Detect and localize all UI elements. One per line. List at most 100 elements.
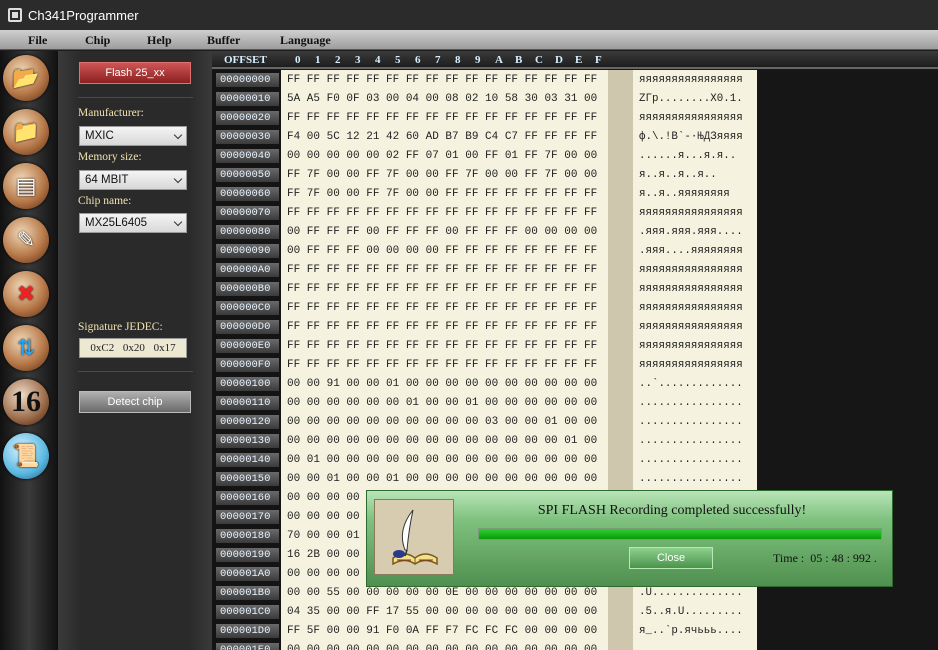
erase-chip-icon: ✖ bbox=[16, 281, 36, 306]
memory-size-label: Memory size: bbox=[78, 151, 142, 163]
hex-row[interactable]: 00 FF FF FF 00 FF FF FF 00 FF FF FF 00 0… bbox=[287, 223, 597, 242]
hex-row[interactable]: FF FF FF FF FF FF FF FF FF FF FF FF FF F… bbox=[287, 356, 597, 375]
hex-row[interactable]: FF FF FF FF FF FF FF FF FF FF FF FF FF F… bbox=[287, 261, 597, 280]
save-file-button[interactable]: 📁 bbox=[3, 109, 49, 155]
column-header: 8 bbox=[455, 54, 461, 66]
read-chip-button[interactable]: ▤ bbox=[3, 163, 49, 209]
ascii-row[interactable]: яяяяяяяяяяяяяяяя bbox=[639, 71, 743, 90]
hex-row[interactable]: 00 00 00 00 00 00 00 00 00 00 03 00 00 0… bbox=[287, 413, 597, 432]
offset-cell: 000000A0 bbox=[216, 263, 279, 277]
offset-cell: 00000050 bbox=[216, 168, 279, 182]
hex-row[interactable]: 00 00 00 00 bbox=[287, 489, 360, 508]
scroll-button[interactable]: 📜 bbox=[3, 433, 49, 479]
offset-cell: 000000C0 bbox=[216, 301, 279, 315]
hex-row[interactable]: 00 FF FF FF 00 00 00 00 FF FF FF FF FF F… bbox=[287, 242, 597, 261]
ascii-row[interactable]: .5..я.U......... bbox=[639, 603, 743, 622]
ascii-row[interactable]: .яяя....яяяяяяяя bbox=[639, 242, 743, 261]
write-chip-icon: ✎ bbox=[16, 227, 36, 252]
chip-name-select[interactable]: MX25L6405 bbox=[79, 213, 187, 233]
hex-row[interactable]: 00 00 00 00 00 02 FF 07 01 00 FF 01 FF 7… bbox=[287, 147, 597, 166]
erase-chip-button[interactable]: ✖ bbox=[3, 271, 49, 317]
write-chip-button[interactable]: ✎ bbox=[3, 217, 49, 263]
ascii-row[interactable]: ..`............. bbox=[639, 375, 743, 394]
hex-row[interactable]: 00 00 00 00 bbox=[287, 508, 360, 527]
column-header: F bbox=[595, 54, 602, 66]
memory-size-select[interactable]: 64 MBIT bbox=[79, 170, 187, 190]
column-header: 7 bbox=[435, 54, 441, 66]
ascii-row[interactable]: яяяяяяяяяяяяяяяя bbox=[639, 109, 743, 128]
ascii-row[interactable]: ................ bbox=[639, 451, 743, 470]
offset-cell: 00000140 bbox=[216, 453, 279, 467]
hex-row[interactable]: FF FF FF FF FF FF FF FF FF FF FF FF FF F… bbox=[287, 299, 597, 318]
ascii-row[interactable]: ................ bbox=[639, 641, 743, 650]
offset-header: OFFSET bbox=[224, 54, 267, 66]
ascii-row[interactable]: ZГр........X0.1. bbox=[639, 90, 743, 109]
menu-buffer[interactable]: Buffer bbox=[207, 30, 240, 50]
hex-row[interactable]: FF FF FF FF FF FF FF FF FF FF FF FF FF F… bbox=[287, 318, 597, 337]
detect-chip-button[interactable]: Detect chip bbox=[79, 391, 191, 413]
column-header: 5 bbox=[395, 54, 401, 66]
bit-mode-button[interactable]: 16 bbox=[3, 379, 49, 425]
ascii-row[interactable]: ф.\.!B`-·ЊДЗяяяя bbox=[639, 128, 743, 147]
hex-row[interactable]: FF FF FF FF FF FF FF FF FF FF FF FF FF F… bbox=[287, 71, 597, 90]
offset-cell: 00000030 bbox=[216, 130, 279, 144]
hex-row[interactable]: 04 35 00 00 FF 17 55 00 00 00 00 00 00 0… bbox=[287, 603, 597, 622]
hex-row[interactable]: FF 7F 00 00 FF 7F 00 00 FF 7F 00 00 FF 7… bbox=[287, 166, 597, 185]
hex-row[interactable]: 00 00 01 00 00 01 00 00 00 00 00 00 00 0… bbox=[287, 470, 597, 489]
menu-file[interactable]: File bbox=[28, 30, 47, 50]
hex-row[interactable]: 5A A5 F0 0F 03 00 04 00 08 02 10 58 30 0… bbox=[287, 90, 597, 109]
hex-row[interactable]: 00 01 00 00 00 00 00 00 00 00 00 00 00 0… bbox=[287, 451, 597, 470]
offset-cell: 00000010 bbox=[216, 92, 279, 106]
ascii-row[interactable]: ................ bbox=[639, 470, 743, 489]
close-button[interactable]: Close bbox=[629, 547, 713, 569]
hex-row[interactable]: 16 2B 00 00 bbox=[287, 546, 360, 565]
flash-type-button[interactable]: Flash 25_xx bbox=[79, 62, 191, 84]
book-quill-icon bbox=[374, 499, 454, 575]
hex-row[interactable]: 00 00 00 00 bbox=[287, 565, 360, 584]
hex-row[interactable]: FF FF FF FF FF FF FF FF FF FF FF FF FF F… bbox=[287, 204, 597, 223]
title-bar: Ch341Programmer bbox=[0, 0, 938, 30]
ascii-row[interactable]: я_..`р.ячььь.... bbox=[639, 622, 743, 641]
signature-label: Signature JEDEC: bbox=[78, 321, 163, 333]
ascii-row[interactable]: яяяяяяяяяяяяяяяя bbox=[639, 280, 743, 299]
hex-row[interactable]: FF FF FF FF FF FF FF FF FF FF FF FF FF F… bbox=[287, 280, 597, 299]
verify-chip-button[interactable]: ⇅ bbox=[3, 325, 49, 371]
menu-help[interactable]: Help bbox=[147, 30, 172, 50]
hex-row[interactable]: FF FF FF FF FF FF FF FF FF FF FF FF FF F… bbox=[287, 109, 597, 128]
ascii-row[interactable]: ......я...я.я.. bbox=[639, 147, 736, 166]
progress-bar bbox=[478, 528, 882, 540]
hex-row[interactable]: FF FF FF FF FF FF FF FF FF FF FF FF FF F… bbox=[287, 337, 597, 356]
divider bbox=[78, 371, 193, 372]
offset-cell: 00000100 bbox=[216, 377, 279, 391]
offset-cell: 000000E0 bbox=[216, 339, 279, 353]
hex-row[interactable]: FF 7F 00 00 FF 7F 00 00 FF FF FF FF FF F… bbox=[287, 185, 597, 204]
ascii-row[interactable]: ................ bbox=[639, 394, 743, 413]
ascii-row[interactable]: ................ bbox=[639, 413, 743, 432]
hex-row[interactable]: 70 00 00 01 bbox=[287, 527, 360, 546]
column-header: 9 bbox=[475, 54, 481, 66]
ascii-row[interactable]: яяяяяяяяяяяяяяяя bbox=[639, 356, 743, 375]
menu-chip[interactable]: Chip bbox=[85, 30, 110, 50]
hex-row[interactable]: 00 00 00 00 00 00 01 00 00 01 00 00 00 0… bbox=[287, 394, 597, 413]
ascii-row[interactable]: яяяяяяяяяяяяяяяя bbox=[639, 318, 743, 337]
hex-row[interactable]: 00 00 00 00 00 00 00 00 00 00 00 00 00 0… bbox=[287, 641, 597, 650]
window-title: Ch341Programmer bbox=[28, 7, 139, 23]
ascii-row[interactable]: яяяяяяяяяяяяяяяя bbox=[639, 261, 743, 280]
hex-row[interactable]: 00 00 00 00 00 00 00 00 00 00 00 00 00 0… bbox=[287, 432, 597, 451]
hex-row[interactable]: FF 5F 00 00 91 F0 0A FF F7 FC FC FC 00 0… bbox=[287, 622, 597, 641]
ascii-row[interactable]: я..я..я..я.. bbox=[639, 166, 717, 185]
chip-name-value: MX25L6405 bbox=[85, 217, 148, 229]
ascii-row[interactable]: яяяяяяяяяяяяяяяя bbox=[639, 204, 743, 223]
ascii-row[interactable]: яяяяяяяяяяяяяяяя bbox=[639, 337, 743, 356]
ascii-row[interactable]: .яяя.яяя.яяя.... bbox=[639, 223, 743, 242]
offset-cell: 00000180 bbox=[216, 529, 279, 543]
hex-row[interactable]: F4 00 5C 12 21 42 60 AD B7 B9 C4 C7 FF F… bbox=[287, 128, 597, 147]
memory-size-value: 64 MBIT bbox=[85, 174, 129, 186]
ascii-row[interactable]: я..я..яяяяяяяя bbox=[639, 185, 730, 204]
ascii-row[interactable]: яяяяяяяяяяяяяяяя bbox=[639, 299, 743, 318]
manufacturer-select[interactable]: MXIC bbox=[79, 126, 187, 146]
menu-language[interactable]: Language bbox=[280, 30, 331, 50]
open-file-button[interactable]: 📂 bbox=[3, 55, 49, 101]
hex-row[interactable]: 00 00 91 00 00 01 00 00 00 00 00 00 00 0… bbox=[287, 375, 597, 394]
ascii-row[interactable]: ................ bbox=[639, 432, 743, 451]
